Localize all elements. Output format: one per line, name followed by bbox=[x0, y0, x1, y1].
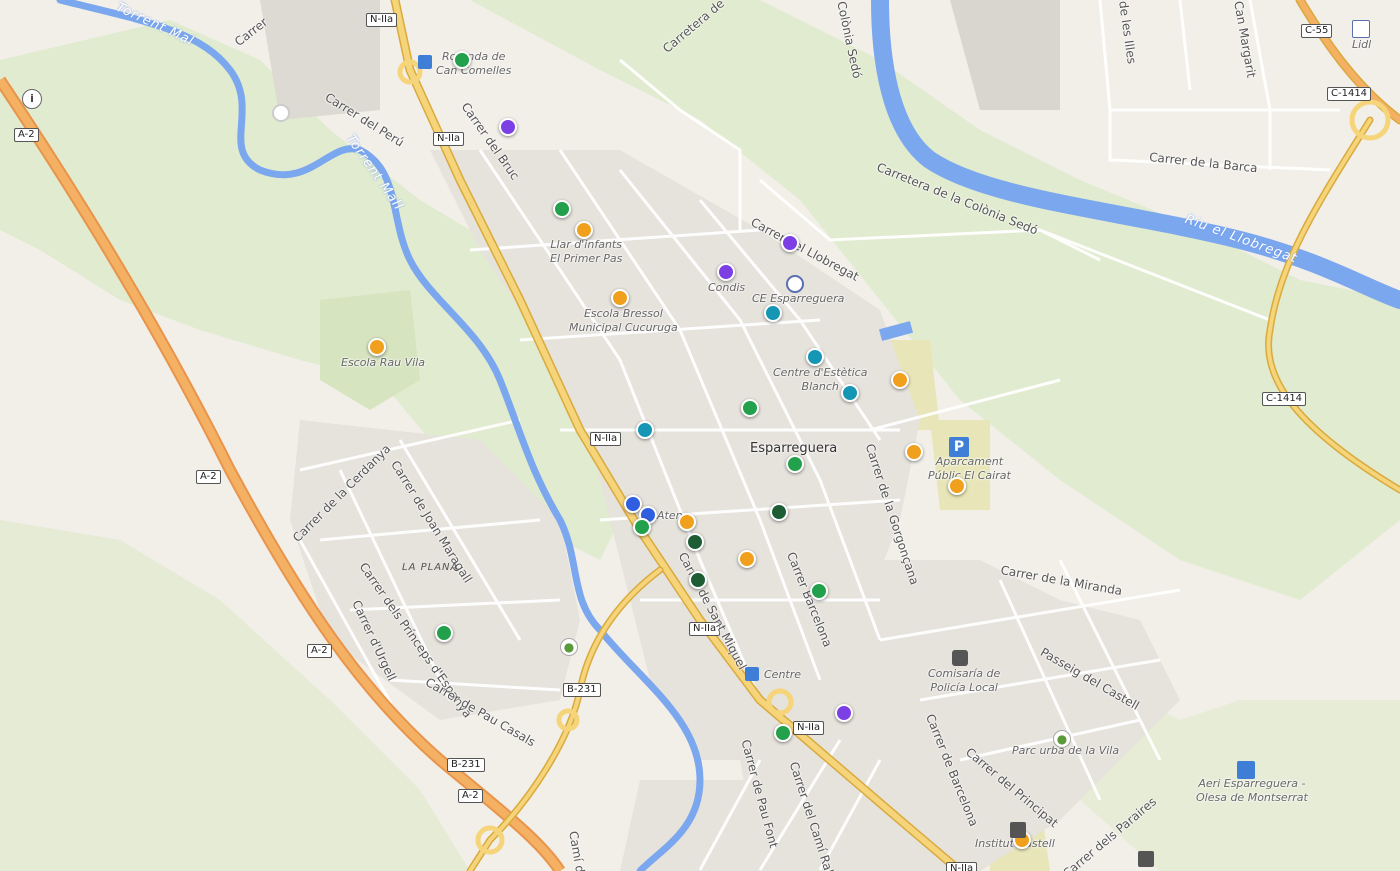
map-marker[interactable] bbox=[633, 518, 651, 536]
road-shield: N-IIa bbox=[433, 132, 465, 146]
map-marker[interactable] bbox=[905, 443, 923, 461]
map-marker[interactable] bbox=[636, 421, 654, 439]
map-marker[interactable] bbox=[553, 200, 571, 218]
school-icon bbox=[1138, 851, 1154, 867]
map-marker[interactable] bbox=[810, 582, 828, 600]
road-shield: N-IIa bbox=[793, 721, 825, 735]
map-marker[interactable] bbox=[891, 371, 909, 389]
map-marker[interactable] bbox=[770, 503, 788, 521]
road-shield: C-1414 bbox=[1327, 87, 1372, 101]
map-marker[interactable] bbox=[689, 571, 707, 589]
map-marker[interactable] bbox=[368, 338, 386, 356]
tree-icon: ● bbox=[560, 638, 578, 656]
airfield-icon bbox=[1237, 761, 1255, 779]
info-icon bbox=[272, 104, 290, 122]
map-marker[interactable] bbox=[686, 533, 704, 551]
map-marker[interactable] bbox=[948, 477, 966, 495]
map-marker[interactable] bbox=[786, 455, 804, 473]
info-icon[interactable]: i bbox=[22, 89, 42, 109]
map-marker[interactable] bbox=[774, 724, 792, 742]
map-marker[interactable] bbox=[738, 550, 756, 568]
shop-icon bbox=[1352, 20, 1370, 38]
road-shield: C-1414 bbox=[1262, 392, 1307, 406]
bus-stop-icon bbox=[745, 667, 759, 681]
map-marker[interactable] bbox=[764, 304, 782, 322]
police-icon bbox=[952, 650, 968, 666]
road-shield: N-IIa bbox=[689, 622, 721, 636]
map-base-layer bbox=[0, 0, 1400, 871]
map-marker[interactable] bbox=[453, 51, 471, 69]
road-shield: B-231 bbox=[563, 683, 601, 697]
map-marker[interactable] bbox=[841, 384, 859, 402]
road-shield: A-2 bbox=[458, 789, 483, 803]
map-marker[interactable] bbox=[435, 624, 453, 642]
map-marker[interactable] bbox=[575, 221, 593, 239]
sports-icon bbox=[786, 275, 804, 293]
map-marker[interactable] bbox=[611, 289, 629, 307]
road-shield: N-IIa bbox=[590, 432, 622, 446]
map-marker[interactable] bbox=[806, 348, 824, 366]
map-marker[interactable] bbox=[499, 118, 517, 136]
map-marker[interactable] bbox=[678, 513, 696, 531]
road-shield: A-2 bbox=[14, 128, 39, 142]
tree-icon: ● bbox=[1053, 730, 1071, 748]
road-shield: A-2 bbox=[307, 644, 332, 658]
road-shield: N-IIa bbox=[946, 862, 978, 871]
road-shield: B-231 bbox=[447, 758, 485, 772]
bus-stop-icon bbox=[418, 55, 432, 69]
map-marker[interactable] bbox=[781, 234, 799, 252]
school-icon bbox=[1010, 822, 1026, 838]
map-marker[interactable] bbox=[717, 263, 735, 281]
parking-icon[interactable]: P bbox=[949, 437, 969, 457]
map-marker[interactable] bbox=[741, 399, 759, 417]
road-shield: N-IIa bbox=[366, 13, 398, 27]
map-canvas[interactable]: N-IIa N-IIa N-IIa N-IIa N-IIa N-IIa A-2 A-2 A-2 A… bbox=[0, 0, 1400, 871]
road-shield: C-55 bbox=[1301, 24, 1333, 38]
road-shield: A-2 bbox=[196, 470, 221, 484]
map-marker[interactable] bbox=[835, 704, 853, 722]
